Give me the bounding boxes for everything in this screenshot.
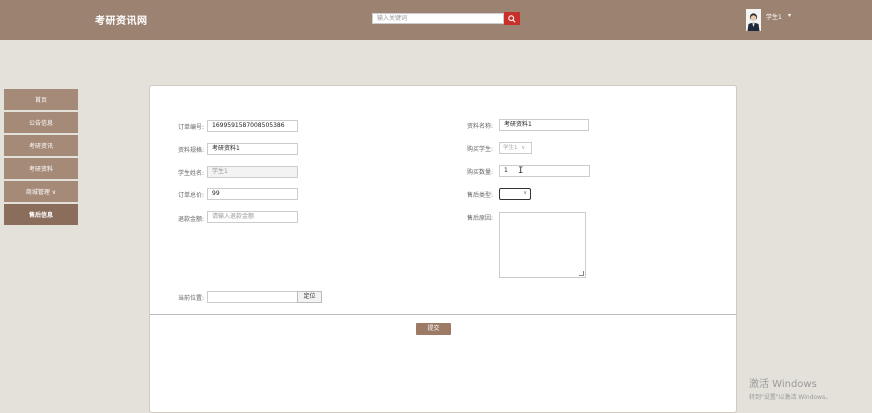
chevron-down-icon: ∨ — [521, 145, 526, 151]
total-price-label: 订单总价: — [177, 192, 204, 199]
top-navbar: 考研资讯网 学生1 ▾ — [0, 0, 872, 40]
resize-handle-icon[interactable] — [579, 271, 584, 276]
user-menu-caret-icon[interactable]: ▾ — [788, 12, 791, 19]
aftersale-reason-label: 售后原因: — [466, 215, 493, 222]
sidebar-item-exam-news[interactable]: 考研资讯 — [4, 135, 78, 158]
divider — [150, 314, 736, 315]
order-number-field[interactable]: 1699591587008505386 — [207, 120, 298, 132]
aftersale-reason-textarea[interactable] — [499, 212, 586, 278]
order-number-label: 订单编号: — [177, 124, 204, 131]
buyer-label: 购买学生: — [466, 146, 493, 153]
sidebar-menu: 首页 公告信息 考研资讯 考研资料 商城管理 ∨ 售后信息 — [4, 89, 78, 227]
site-logo[interactable]: 考研资讯网 — [95, 12, 148, 27]
sidebar-item-after-sales[interactable]: 售后信息 — [4, 204, 78, 227]
watermark-subtitle: 转到"设置"以激活 Windows。 — [749, 394, 832, 401]
buyer-select[interactable]: 学生1 ∨ — [499, 142, 532, 154]
sidebar-item-announcements[interactable]: 公告信息 — [4, 112, 78, 135]
text-cursor-icon: I — [518, 166, 524, 176]
user-photo-icon — [746, 9, 761, 31]
material-name-field[interactable]: 考研资料1 — [499, 119, 589, 131]
location-label: 当前位置: — [177, 295, 204, 302]
sidebar-item-exam-materials[interactable]: 考研资料 — [4, 158, 78, 181]
material-spec-label: 资料规格: — [177, 147, 204, 154]
windows-activation-watermark: 激活 Windows 转到"设置"以激活 Windows。 — [749, 375, 831, 401]
sidebar-item-mall-management[interactable]: 商城管理 ∨ — [4, 181, 78, 204]
submit-button[interactable]: 提交 — [416, 323, 451, 335]
total-price-field[interactable]: 99 — [207, 188, 298, 200]
student-name-label: 学生姓名: — [177, 170, 204, 177]
buyer-select-value: 学生1 — [503, 145, 518, 151]
material-name-label: 资料名称: — [466, 123, 493, 130]
after-sales-form-panel: 订单编号: 1699591587008505386 资料名称: 考研资料1 资料… — [149, 85, 737, 413]
locate-button[interactable]: 定位 — [297, 291, 322, 303]
student-name-field[interactable]: 学生1 — [207, 166, 298, 178]
quantity-field[interactable]: 1 — [499, 165, 590, 177]
search-button[interactable] — [504, 12, 520, 25]
aftersale-type-label: 售后类型: — [466, 192, 493, 199]
watermark-title: 激活 Windows — [749, 379, 817, 390]
refund-amount-label: 退款金额: — [177, 216, 204, 223]
search-input[interactable] — [372, 13, 504, 24]
chevron-down-icon: ∨ — [523, 190, 527, 196]
sidebar-item-home[interactable]: 首页 — [4, 89, 78, 112]
refund-amount-input[interactable]: 请输入退款金额 — [207, 211, 298, 223]
avatar[interactable] — [746, 9, 761, 31]
user-name[interactable]: 学生1 — [766, 12, 782, 21]
aftersale-type-select[interactable]: ∨ — [499, 188, 531, 200]
quantity-label: 购买数量: — [466, 169, 493, 176]
location-field[interactable] — [207, 291, 298, 303]
material-spec-field[interactable]: 考研资料1 — [207, 143, 298, 155]
search-icon — [508, 14, 516, 23]
